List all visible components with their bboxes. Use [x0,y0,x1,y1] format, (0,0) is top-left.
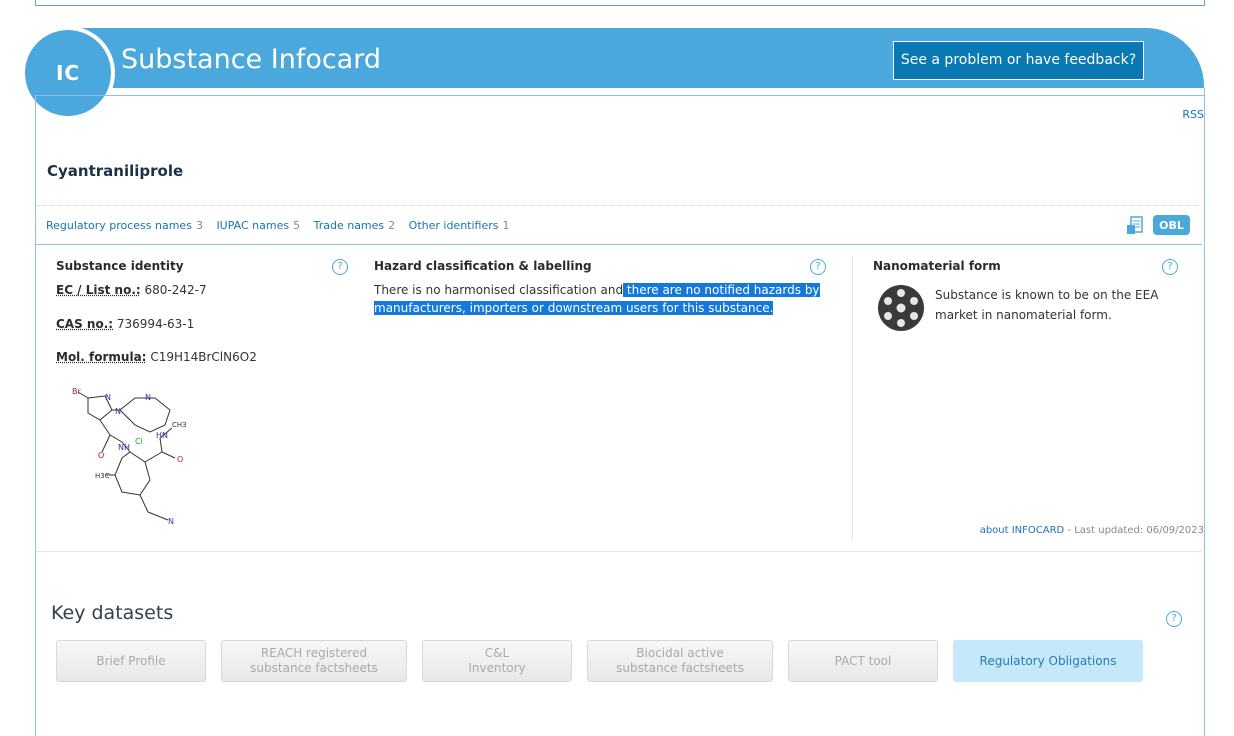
page-title: Substance Infocard [121,44,381,75]
formula-label[interactable]: Mol. formula: [56,350,146,364]
atom-o2: O [177,455,183,464]
last-updated: about INFOCARD - Last updated: 06/09/202… [980,525,1204,536]
column-divider [852,256,853,540]
biocidal-active-factsheets-button[interactable]: Biocidal active substance factsheets [587,640,773,682]
atom-ch3: CH3 [172,421,187,429]
ec-value: 680-242-7 [145,283,207,297]
help-icon[interactable]: ? [332,259,348,275]
atom-cl: Cl [135,437,143,446]
hazard-text-plain: There is no harmonised classification an… [374,283,623,297]
cas-label[interactable]: CAS no.: [56,317,113,331]
feedback-button[interactable]: See a problem or have feedback? [893,41,1144,80]
help-icon[interactable]: ? [1162,259,1178,275]
count-iupac-names: 5 [293,219,300,232]
cas-value: 736994-63-1 [117,317,194,331]
button-line2: substance factsheets [250,661,378,676]
atom-nh: NH [118,443,130,452]
button-line1: PACT tool [835,654,892,668]
help-icon[interactable]: ? [1166,611,1182,627]
identifier-links: Regulatory process names 3 IUPAC names 5 T… [46,219,519,232]
button-line1: Biocidal active [616,646,744,661]
count-regulatory-process-names: 3 [196,219,203,232]
content-divider [36,244,1202,245]
substance-name: Cyantraniliprole [47,162,183,180]
cas-number-row: CAS no.: 736994-63-1 [56,317,194,331]
button-line2: Inventory [468,661,525,676]
hazard-text: There is no harmonised classification an… [374,281,824,317]
regulatory-obligations-button[interactable]: Regulatory Obligations [953,640,1143,682]
rss-link[interactable]: RSS [1182,108,1204,121]
link-regulatory-process-names[interactable]: Regulatory process names [46,219,192,232]
brief-profile-button[interactable]: Brief Profile [56,640,206,682]
molecular-structure-image: Br N N N Cl HN NH CH3 O O H3C N [60,380,200,530]
atom-n1: N [105,393,111,402]
link-trade-names[interactable]: Trade names [314,219,385,232]
hazard-title: Hazard classification & labelling [374,259,592,273]
atom-hn: HN [156,431,168,440]
last-updated-text: - Last updated: 06/09/2023 [1064,525,1204,536]
button-line1: Regulatory Obligations [980,654,1117,668]
button-line1: REACH registered [250,646,378,661]
about-infocard-link[interactable]: about INFOCARD [980,525,1065,536]
count-trade-names: 2 [388,219,395,232]
title-divider [36,205,1202,206]
atom-br: Br [72,387,81,396]
atom-n3: N [145,393,151,402]
button-line2: substance factsheets [616,661,744,676]
header-separator [100,88,1205,95]
reach-registered-factsheets-button[interactable]: REACH registered substance factsheets [221,640,407,682]
top-frame [35,0,1205,6]
button-line1: C&L [468,646,525,661]
substance-identity-title: Substance identity [56,259,184,273]
cl-inventory-button[interactable]: C&L Inventory [422,640,572,682]
link-iupac-names[interactable]: IUPAC names [216,219,289,232]
mol-formula-row: Mol. formula: C19H14BrClN6O2 [56,350,257,364]
help-icon[interactable]: ? [810,259,826,275]
badge-text: IC [56,61,80,85]
formula-value: C19H14BrClN6O2 [150,350,257,364]
ec-label[interactable]: EC / List no.: [56,283,141,297]
atom-h3c: H3C [95,472,110,480]
atom-o1: O [98,451,104,460]
nanomaterial-text: Substance is known to be on the EEA mark… [935,285,1165,325]
key-datasets-divider [36,551,1202,552]
pact-tool-button[interactable]: PACT tool [788,640,938,682]
ec-number-row: EC / List no.: 680-242-7 [56,283,207,297]
nanomaterial-fullerene-icon [876,283,926,333]
atom-n2: N [115,407,121,416]
count-other-identifiers: 1 [502,219,509,232]
nanomaterial-title: Nanomaterial form [873,259,1001,273]
button-line1: Brief Profile [96,654,165,668]
obl-icon[interactable]: OBL [1153,215,1190,235]
key-datasets-title: Key datasets [51,602,173,624]
link-other-identifiers[interactable]: Other identifiers [409,219,499,232]
atom-n4: N [168,517,174,526]
print-document-icon[interactable] [1125,215,1147,237]
toolbar-icons: OBL [1125,215,1190,237]
